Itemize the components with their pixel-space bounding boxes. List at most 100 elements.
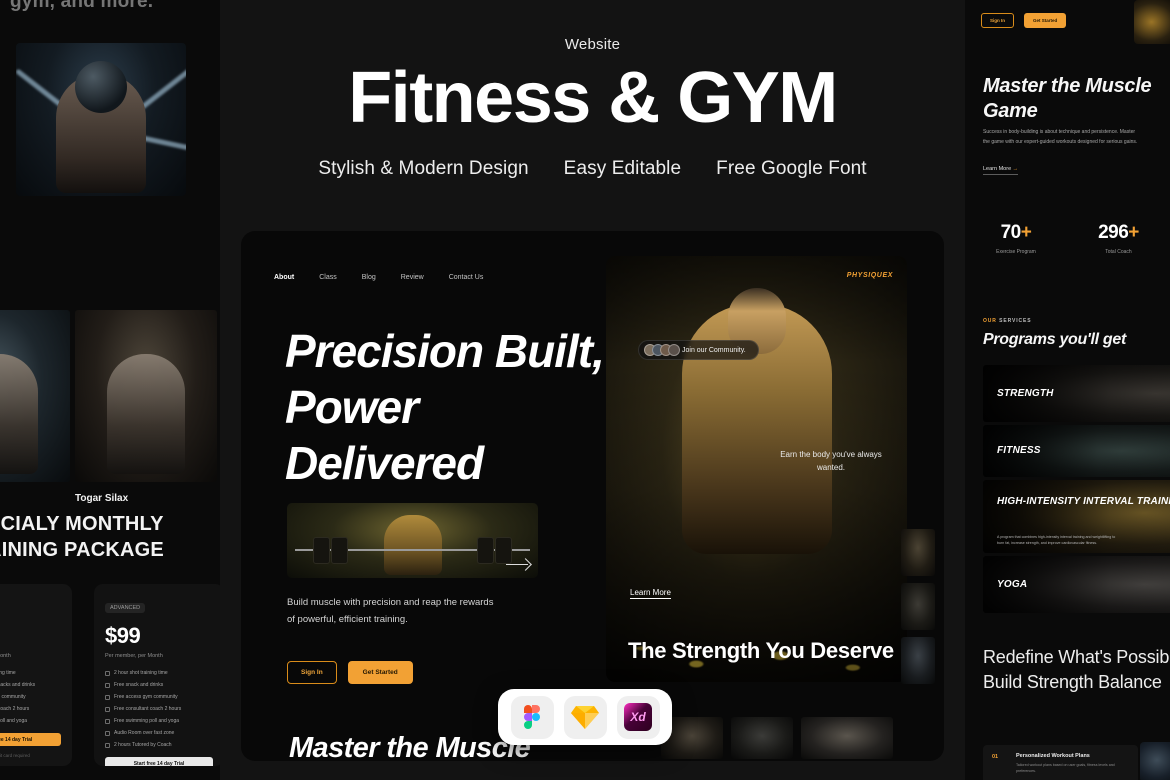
pricing-subtitle: Per member, per Month bbox=[0, 653, 11, 659]
feature-label: Free access gym community bbox=[114, 694, 178, 700]
list-item: Audio Room over fast zone bbox=[105, 730, 213, 736]
list-item: Free access gym community bbox=[105, 694, 213, 700]
community-pill[interactable]: Join our Community. bbox=[638, 340, 759, 360]
preview-navbar: About Class Blog Review Contact Us bbox=[274, 274, 483, 281]
nav-item-review[interactable]: Review bbox=[401, 274, 424, 281]
pricing-card-list: STANDARD $49 Per member, per Month 2 hou… bbox=[0, 584, 220, 766]
nav-item-class[interactable]: Class bbox=[319, 274, 337, 281]
closing-heading: Redefine What's Possible Limits, Build S… bbox=[983, 647, 1170, 692]
stats-row: 70+ Exercise Program 296+ Total Coach bbox=[965, 222, 1170, 255]
list-item: Free consultant coach 2 hours bbox=[0, 706, 61, 712]
feature-label: Free consultant coach 2 hours bbox=[114, 706, 182, 712]
learn-more-label: Learn More bbox=[983, 166, 1012, 172]
gallery-thumbnail[interactable] bbox=[731, 717, 793, 759]
thumbnail-strip[interactable] bbox=[901, 529, 935, 684]
stat-value: 70 bbox=[1000, 222, 1022, 243]
left-hero-image bbox=[16, 43, 186, 196]
service-label: STRENGTH bbox=[997, 387, 1054, 399]
coach-card[interactable]: amrog bbox=[0, 310, 70, 504]
pricing-card-standard[interactable]: STANDARD $49 Per member, per Month 2 hou… bbox=[0, 584, 72, 766]
start-trial-button[interactable]: Start free 14 day Trial bbox=[105, 757, 213, 766]
adobe-xd-icon[interactable]: Xd bbox=[616, 695, 660, 739]
list-item: 2 hour shot training time bbox=[0, 670, 61, 676]
plus-icon: + bbox=[1020, 222, 1032, 243]
feature-row: Stylish & Modern Design Easy Editable Fr… bbox=[220, 158, 965, 180]
pricing-feature-list: 2 hour shot training time Free unlimited… bbox=[0, 670, 61, 724]
pricing-card-advanced[interactable]: ADVANCED $99 Per member, per Month 2 hou… bbox=[94, 584, 220, 766]
weight-plate-icon bbox=[477, 537, 494, 564]
preview-barbell-image[interactable] bbox=[287, 503, 538, 578]
figma-glyph bbox=[524, 705, 540, 729]
figma-icon[interactable] bbox=[510, 695, 554, 739]
stat-value: 296 bbox=[1098, 222, 1129, 243]
nav-item-contact-us[interactable]: Contact Us bbox=[449, 274, 484, 281]
check-box-icon bbox=[105, 742, 110, 748]
sign-in-button[interactable]: Sign In bbox=[981, 13, 1014, 28]
pricing-price: $99 bbox=[105, 623, 141, 648]
thumbnail-item[interactable] bbox=[901, 583, 935, 630]
feature-item: Stylish & Modern Design bbox=[318, 158, 529, 179]
community-pill-label: Join our Community. bbox=[682, 346, 746, 354]
feature-title: Personalized Workout Plans bbox=[1016, 753, 1090, 759]
gallery-thumbnail[interactable] bbox=[801, 717, 893, 759]
right-preview-panel: efficient training. Sign In Get Started … bbox=[965, 0, 1170, 780]
nav-item-about[interactable]: About bbox=[274, 274, 294, 281]
page-title: Fitness & GYM bbox=[348, 58, 838, 138]
pricing-note: No credit card required bbox=[0, 753, 30, 758]
sign-in-button[interactable]: Sign In bbox=[287, 661, 337, 684]
feature-card[interactable]: 01 Personalized Workout Plans Tailored w… bbox=[983, 745, 1138, 780]
list-item: Free swimming poll and yoga bbox=[105, 718, 213, 724]
hero-learn-more-link[interactable]: Learn More bbox=[630, 588, 671, 599]
start-trial-button[interactable]: Start free 14 day Trial bbox=[0, 733, 61, 746]
feature-description: Tailored workout plans based on user goa… bbox=[1016, 763, 1115, 773]
service-card-fitness[interactable]: FITNESS bbox=[983, 425, 1170, 477]
sketch-icon[interactable] bbox=[563, 695, 607, 739]
feature-item: Free Google Font bbox=[716, 158, 867, 179]
list-item: Free consultant coach 2 hours bbox=[105, 706, 213, 712]
pricing-feature-list: 2 hour shot training time Free snack and… bbox=[105, 670, 213, 748]
right-panel-cta-row: Sign In Get Started bbox=[981, 13, 1067, 28]
get-started-button[interactable]: Get Started bbox=[347, 661, 413, 684]
left-preview-panel: gym, and more. amrog Togar Silax SPECIAL… bbox=[0, 0, 220, 780]
service-card-yoga[interactable]: YOGA bbox=[983, 556, 1170, 613]
design-tool-badge-group: Xd bbox=[498, 689, 672, 745]
service-label: HIGH-INTENSITY INTERVAL TRAINING bbox=[997, 495, 1170, 507]
medicine-ball-icon bbox=[75, 61, 127, 113]
header-eyebrow: Website bbox=[564, 36, 621, 53]
services-eyebrow: OUR SERVICES bbox=[983, 318, 1032, 324]
service-label: FITNESS bbox=[997, 444, 1041, 456]
feature-label: Free swimming poll and yoga bbox=[114, 718, 180, 724]
left-panel-cut-text: gym, and more. bbox=[10, 0, 154, 12]
pricing-tag: ADVANCED bbox=[105, 603, 146, 613]
hero-quote: Earn the body you've always wanted. bbox=[780, 450, 882, 472]
coach-name: amrog bbox=[0, 493, 70, 504]
package-heading: SPECIALY MONTHLY TRAINING PACKAGE bbox=[0, 513, 164, 561]
check-box-icon bbox=[105, 682, 110, 688]
services-eyebrow-rest: SERVICES bbox=[999, 318, 1032, 324]
coach-card[interactable]: Togar Silax bbox=[75, 310, 217, 504]
feature-label: Free unlimited snacks and drinks bbox=[0, 682, 36, 688]
feature-label: Free snack and drinks bbox=[114, 682, 164, 688]
preview-body-text: Build muscle with precision and reap the… bbox=[287, 597, 494, 625]
right-panel-body-text: Success in body-building is about techni… bbox=[983, 129, 1138, 145]
list-item: Free unlimited snacks and drinks bbox=[0, 682, 61, 688]
learn-more-link[interactable]: Learn More → bbox=[983, 166, 1019, 175]
center-stage: Website Fitness & GYM Stylish & Modern D… bbox=[220, 0, 965, 780]
thumbnail-item[interactable] bbox=[901, 529, 935, 576]
arrow-right-icon[interactable] bbox=[506, 559, 530, 569]
service-description: A program that combines high-intensity i… bbox=[997, 534, 1116, 545]
service-card-strength[interactable]: STRENGTH bbox=[983, 365, 1170, 422]
get-started-button[interactable]: Get Started bbox=[1024, 13, 1067, 28]
avatar bbox=[668, 344, 680, 356]
feature-label: Free access gym community bbox=[0, 694, 26, 700]
preview-headline: Precision Built, Power Delivered bbox=[285, 325, 605, 490]
plus-icon: + bbox=[1128, 222, 1139, 243]
figma-shape bbox=[524, 705, 532, 713]
check-box-icon bbox=[105, 706, 110, 712]
nav-item-blog[interactable]: Blog bbox=[362, 274, 376, 281]
pricing-price: $49 bbox=[0, 623, 61, 649]
thumbnail-item[interactable] bbox=[901, 637, 935, 684]
feature-label: Free consultant coach 2 hours bbox=[0, 706, 30, 712]
service-card-hiit[interactable]: HIGH-INTENSITY INTERVAL TRAINING A progr… bbox=[983, 480, 1170, 553]
website-preview-card: About Class Blog Review Contact Us Preci… bbox=[241, 231, 944, 761]
